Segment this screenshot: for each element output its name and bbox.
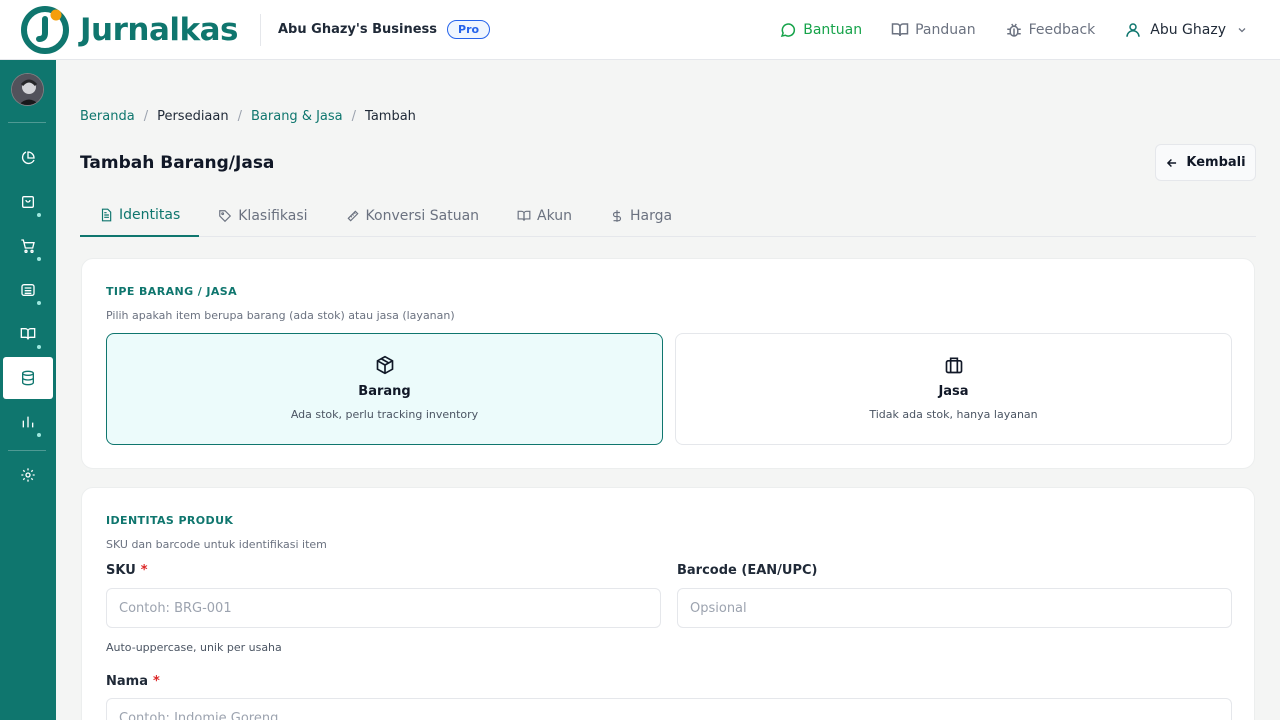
feedback-label: Feedback xyxy=(1028,22,1096,38)
name-label-text: Nama xyxy=(106,674,148,689)
dollar-icon xyxy=(612,209,622,222)
type-option-jasa[interactable]: Jasa Tidak ada stok, hanya layanan xyxy=(675,333,1232,445)
user-name: Abu Ghazy xyxy=(1150,22,1226,38)
help-link[interactable]: Bantuan xyxy=(779,21,862,39)
app-logo[interactable]: Jurnalkas xyxy=(20,5,239,55)
sidebar-item-inventory[interactable] xyxy=(3,357,53,399)
database-icon xyxy=(22,370,34,386)
breadcrumb-separator: / xyxy=(351,109,357,124)
sidebar-item-reports[interactable] xyxy=(3,401,53,443)
type-option-desc: Ada stok, perlu tracking inventory xyxy=(290,408,479,421)
required-marker: * xyxy=(140,563,148,578)
submenu-dot xyxy=(37,345,41,349)
type-option-name: Jasa xyxy=(938,384,969,399)
top-header: Jurnalkas Abu Ghazy's Business Pro Bantu… xyxy=(0,0,1280,60)
breadcrumb-items[interactable]: Barang & Jasa xyxy=(251,109,343,124)
type-option-barang[interactable]: Barang Ada stok, perlu tracking inventor… xyxy=(106,333,663,445)
breadcrumb: Beranda / Persediaan / Barang & Jasa / T… xyxy=(80,109,416,124)
ruler-icon xyxy=(347,210,359,221)
section-subtitle: Pilih apakah item berupa barang (ada sto… xyxy=(106,309,455,322)
name-input[interactable] xyxy=(106,698,1232,720)
name-label: Nama * xyxy=(106,674,160,689)
business-name[interactable]: Abu Ghazy's Business xyxy=(278,22,437,37)
shopping-bag-icon xyxy=(22,196,34,208)
bug-icon xyxy=(1006,23,1021,37)
tag-icon xyxy=(219,209,232,222)
cart-icon xyxy=(21,239,35,253)
tab-bar: Identitas Klasifikasi Konversi Satuan Ak… xyxy=(80,194,1256,237)
user-menu[interactable]: Abu Ghazy xyxy=(1124,21,1248,39)
tab-label: Akun xyxy=(537,207,573,224)
pie-chart-icon xyxy=(21,151,35,165)
sidebar-item-cash-bank[interactable] xyxy=(3,269,53,311)
section-subtitle: SKU dan barcode untuk identifikasi item xyxy=(106,538,327,551)
sidebar-divider xyxy=(8,450,46,451)
tab-konversi-satuan[interactable]: Konversi Satuan xyxy=(327,194,499,237)
tab-label: Konversi Satuan xyxy=(365,207,480,224)
back-button[interactable]: Kembali xyxy=(1155,144,1256,181)
sidebar-divider xyxy=(8,122,46,123)
type-option-name: Barang xyxy=(358,384,411,399)
breadcrumb-home[interactable]: Beranda xyxy=(80,109,135,124)
logo-text: Jurnalkas xyxy=(80,11,239,48)
help-label: Bantuan xyxy=(803,22,863,38)
wallet-icon xyxy=(21,284,35,296)
logo-mark-icon xyxy=(20,5,70,55)
tab-akun[interactable]: Akun xyxy=(498,194,591,237)
tab-label: Klasifikasi xyxy=(238,207,308,224)
book-icon xyxy=(517,210,531,221)
type-section-card: TIPE BARANG / JASA Pilih apakah item ber… xyxy=(81,258,1255,469)
submenu-dot xyxy=(37,301,41,305)
identity-section-card: IDENTITAS PRODUK SKU dan barcode untuk i… xyxy=(81,487,1255,720)
tab-label: Identitas xyxy=(119,206,181,223)
sidebar-item-dashboard[interactable] xyxy=(3,137,53,179)
tab-label: Harga xyxy=(630,207,673,224)
book-icon xyxy=(891,23,909,37)
breadcrumb-separator: / xyxy=(143,109,149,124)
gear-icon xyxy=(21,468,35,482)
section-title: TIPE BARANG / JASA xyxy=(106,285,238,298)
tab-identitas[interactable]: Identitas xyxy=(80,194,200,237)
box-icon xyxy=(376,355,393,375)
book-open-icon xyxy=(20,328,36,340)
sidebar xyxy=(0,60,56,720)
plan-badge: Pro xyxy=(447,20,491,39)
section-title: IDENTITAS PRODUK xyxy=(106,514,234,527)
guide-link[interactable]: Panduan xyxy=(891,21,976,39)
guide-label: Panduan xyxy=(915,22,976,38)
sku-input[interactable] xyxy=(106,588,661,628)
breadcrumb-separator: / xyxy=(237,109,242,124)
type-option-desc: Tidak ada stok, hanya layanan xyxy=(869,408,1038,421)
sku-label-text: SKU xyxy=(106,563,136,578)
sidebar-item-sales[interactable] xyxy=(3,181,53,223)
arrow-left-icon xyxy=(1167,158,1177,167)
breadcrumb-inventory: Persediaan xyxy=(157,109,229,124)
sku-hint: Auto-uppercase, unik per usaha xyxy=(106,641,282,654)
sidebar-item-purchases[interactable] xyxy=(3,225,53,267)
barcode-input[interactable] xyxy=(677,588,1232,628)
submenu-dot xyxy=(37,213,41,217)
back-label: Kembali xyxy=(1186,155,1246,170)
user-icon xyxy=(1126,23,1141,37)
sku-label: SKU * xyxy=(106,563,148,578)
header-divider xyxy=(260,13,261,46)
avatar[interactable] xyxy=(11,73,44,106)
document-icon xyxy=(101,208,112,221)
required-marker: * xyxy=(152,674,160,689)
sidebar-item-ledger[interactable] xyxy=(3,313,53,355)
feedback-link[interactable]: Feedback xyxy=(1005,21,1096,39)
sidebar-item-settings[interactable] xyxy=(3,454,53,496)
submenu-dot xyxy=(37,433,41,437)
chat-bubble-icon xyxy=(781,23,796,38)
breadcrumb-current: Tambah xyxy=(365,109,416,124)
submenu-dot xyxy=(37,257,41,261)
chevron-down-icon xyxy=(1238,28,1246,33)
page-title: Tambah Barang/Jasa xyxy=(80,153,275,173)
briefcase-icon xyxy=(945,357,962,374)
bar-chart-icon xyxy=(22,416,34,428)
tab-klasifikasi[interactable]: Klasifikasi xyxy=(199,194,326,237)
tab-harga[interactable]: Harga xyxy=(591,194,691,237)
barcode-label: Barcode (EAN/UPC) xyxy=(677,563,818,578)
